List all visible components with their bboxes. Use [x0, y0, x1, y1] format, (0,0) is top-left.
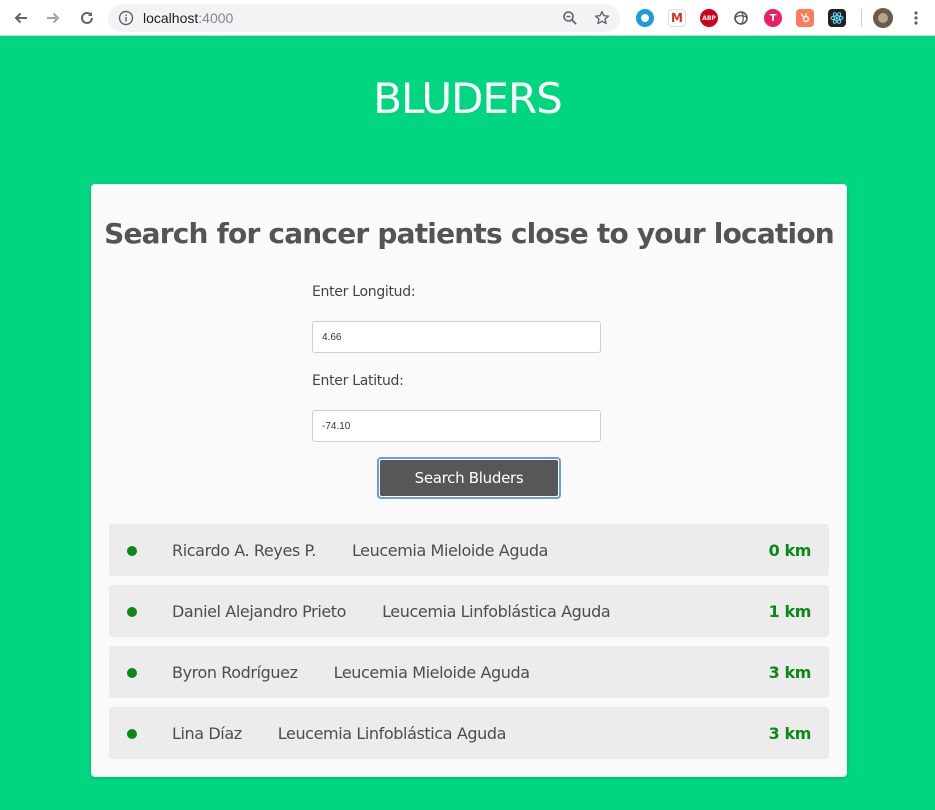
patient-distance: 3 km	[768, 723, 812, 743]
patient-name: Byron Rodríguez	[172, 662, 298, 682]
adblock-plus-extension-icon[interactable]: ABP	[700, 9, 718, 27]
patient-diagnosis: Leucemia Linfoblástica Aguda	[277, 723, 507, 743]
url-text: localhost:4000	[143, 10, 233, 26]
status-dot-icon	[127, 546, 137, 556]
gmail-extension-icon[interactable]: M	[668, 9, 686, 27]
result-item[interactable]: Daniel Alejandro Prieto Leucemia Linfobl…	[109, 585, 829, 637]
react-devtools-extension-icon[interactable]	[828, 9, 846, 27]
toolbar-divider	[861, 9, 862, 27]
hubspot-extension-icon[interactable]	[796, 9, 814, 27]
pink-extension-icon[interactable]: T	[764, 9, 782, 27]
patient-name: Lina Díaz	[172, 723, 242, 743]
patient-distance: 1 km	[768, 601, 812, 621]
patient-distance: 0 km	[768, 540, 812, 560]
info-icon[interactable]	[118, 10, 134, 30]
patient-name: Daniel Alejandro Prieto	[172, 601, 347, 621]
cyan-circle-extension-icon[interactable]	[636, 9, 654, 27]
search-title: Search for cancer patients close to your…	[104, 217, 835, 250]
result-item[interactable]: Byron Rodríguez Leucemia Mieloide Aguda …	[109, 646, 829, 698]
result-item[interactable]: Ricardo A. Reyes P. Leucemia Mieloide Ag…	[109, 524, 829, 576]
result-meta: Lina Díaz Leucemia Linfoblástica Aguda	[172, 707, 506, 759]
cyan-circle-inner	[641, 14, 649, 22]
patient-diagnosis: Leucemia Linfoblástica Aguda	[382, 601, 611, 621]
search-bluders-button[interactable]: Search Bluders	[377, 457, 561, 499]
address-bar[interactable]: localhost:4000	[108, 4, 620, 32]
search-card: Search for cancer patients close to your…	[91, 184, 847, 777]
pink-extension-label: T	[769, 12, 777, 24]
latitude-label: Enter Latitud:	[312, 373, 404, 389]
result-meta: Ricardo A. Reyes P. Leucemia Mieloide Ag…	[172, 524, 548, 576]
search-button-label: Search Bluders	[380, 460, 558, 496]
url-host: localhost	[143, 10, 199, 26]
star-icon[interactable]	[594, 10, 610, 26]
status-dot-icon	[127, 729, 137, 739]
patient-distance: 3 km	[768, 662, 812, 682]
latitude-input[interactable]	[312, 410, 601, 442]
result-item[interactable]: Lina Díaz Leucemia Linfoblástica Aguda 3…	[109, 707, 829, 759]
result-meta: Byron Rodríguez Leucemia Mieloide Aguda	[172, 646, 530, 698]
gmail-extension-label: M	[671, 11, 683, 25]
patient-diagnosis: Leucemia Mieloide Aguda	[333, 662, 530, 682]
back-icon[interactable]	[11, 8, 31, 28]
profile-avatar-icon[interactable]	[873, 8, 893, 28]
more-menu-icon[interactable]	[906, 8, 926, 28]
browser-toolbar: localhost:4000 M ABP T	[0, 0, 935, 36]
patient-diagnosis: Leucemia Mieloide Aguda	[351, 540, 548, 560]
brand-title: BLUDERS	[373, 74, 563, 123]
abp-extension-label: ABP	[702, 14, 716, 22]
forward-icon[interactable]	[43, 8, 63, 28]
patient-name: Ricardo A. Reyes P.	[172, 540, 316, 560]
url-port: :4000	[198, 10, 234, 26]
zoom-icon[interactable]	[562, 10, 578, 26]
avatar-face	[878, 13, 888, 23]
status-dot-icon	[127, 668, 137, 678]
status-dot-icon	[127, 607, 137, 617]
reload-icon[interactable]	[77, 8, 97, 28]
swirl-extension-icon[interactable]	[732, 9, 750, 27]
longitude-label: Enter Longitud:	[312, 284, 416, 300]
longitude-input[interactable]	[312, 321, 601, 353]
result-meta: Daniel Alejandro Prieto Leucemia Linfobl…	[172, 585, 611, 637]
